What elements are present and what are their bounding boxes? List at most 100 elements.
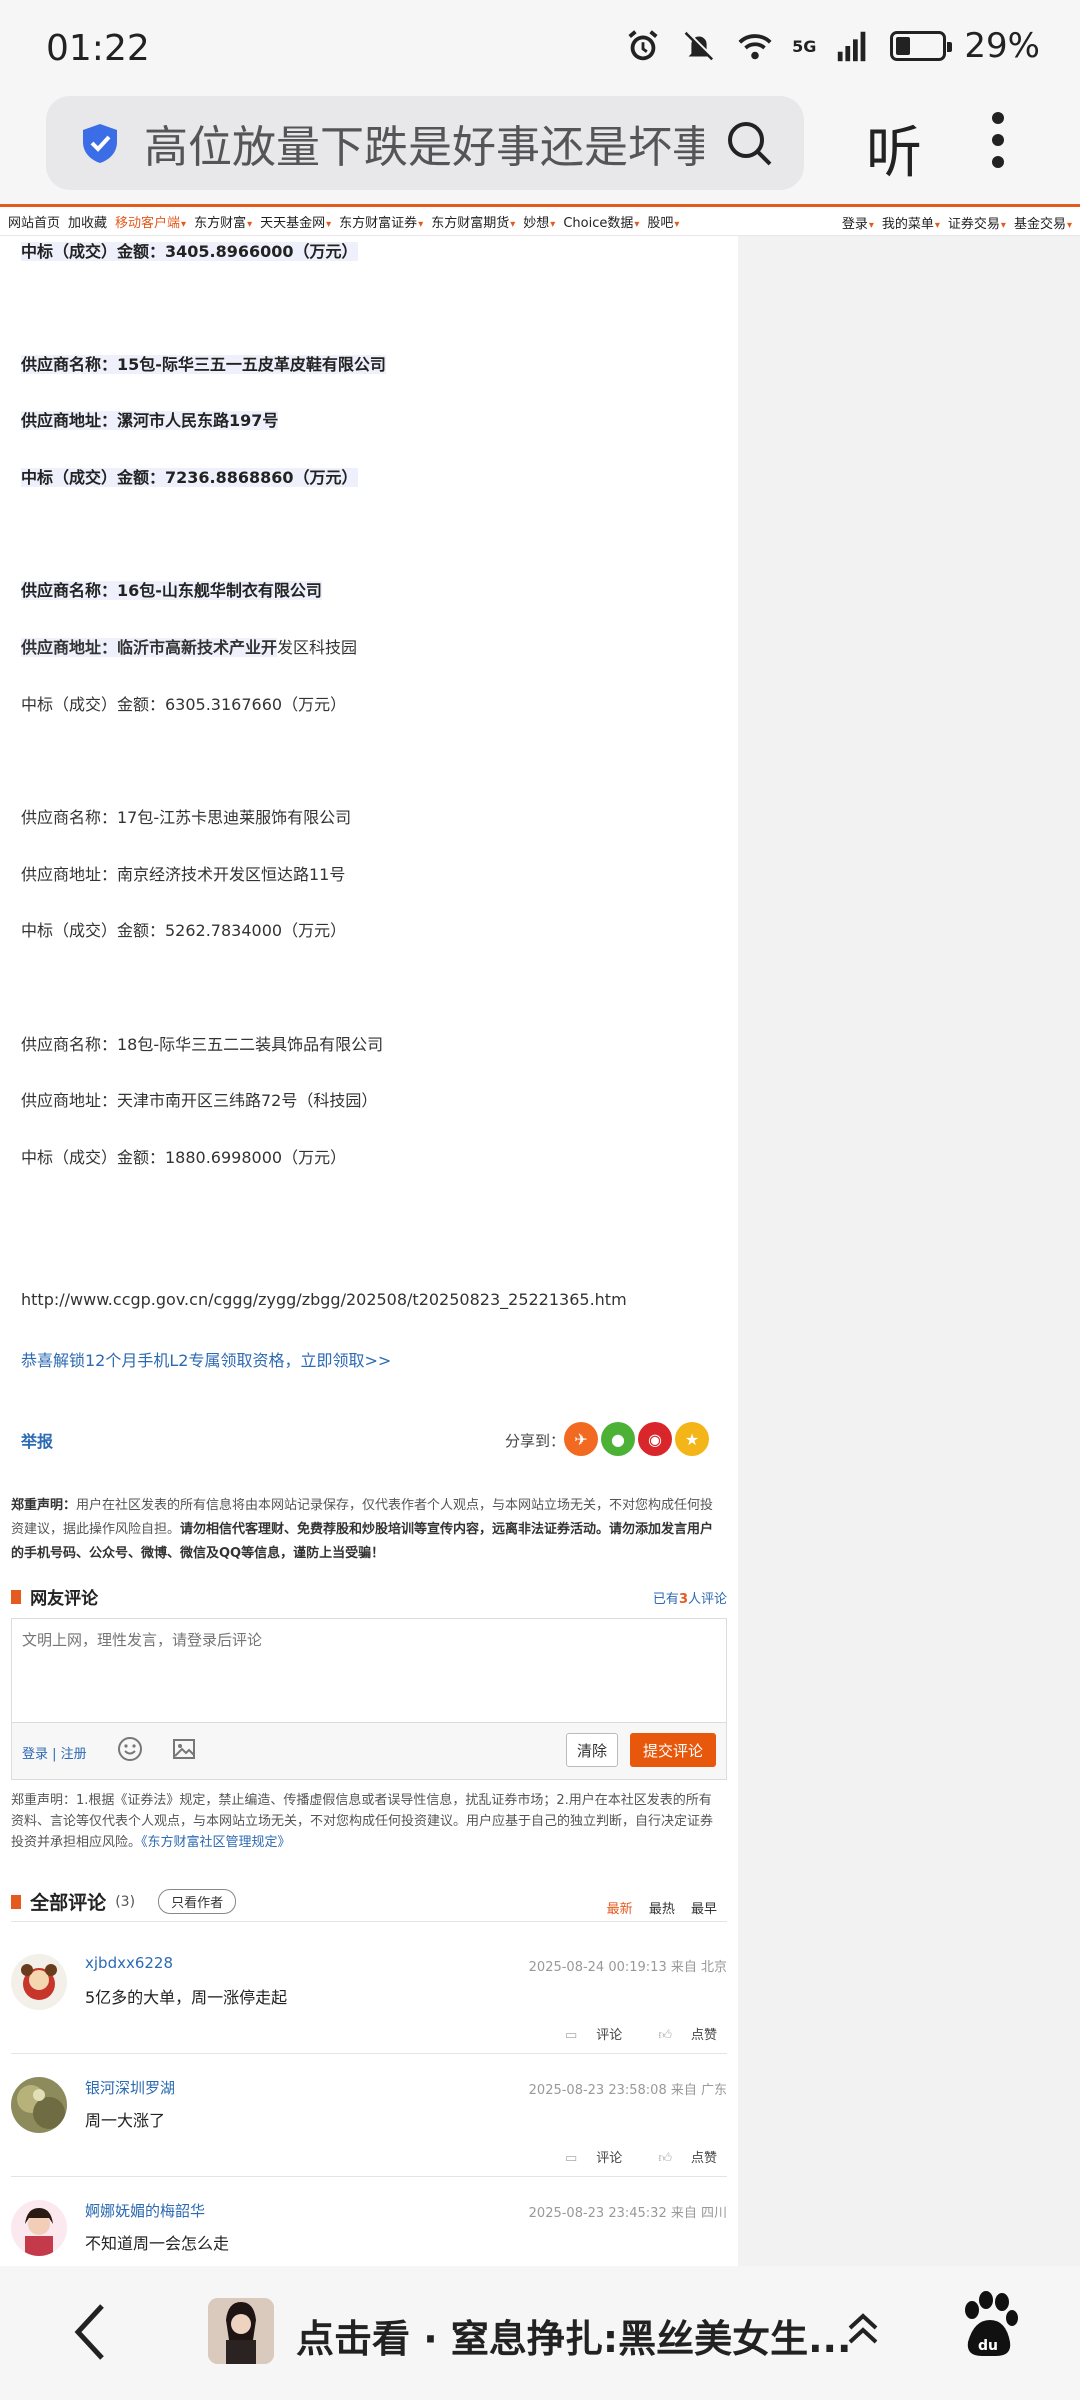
nav-mobile-client[interactable]: 移动客户端▾ — [115, 212, 186, 231]
share-favorite-icon[interactable]: ★ — [675, 1422, 709, 1456]
nav-login[interactable]: 登录▾ — [842, 213, 874, 232]
source-url[interactable]: http://www.ccgp.gov.cn/cggg/zygg/zbgg/20… — [21, 1290, 627, 1309]
comment-item: 银河深圳罗湖 2025-08-23 23:58:08 来自 广东 周一大涨了 ▭… — [11, 2055, 727, 2177]
clear-button[interactable]: 清除 — [566, 1733, 618, 1767]
comment-item: xjbdxx6228 2025-08-24 00:19:13 来自 北京 5亿多… — [11, 1932, 727, 2054]
listen-button[interactable]: 听 — [866, 108, 922, 189]
chevron-down-icon: ▾ — [868, 220, 874, 231]
reply-label: 评论 — [596, 2151, 623, 2166]
nav-miaoxiang[interactable]: 妙想▾ — [523, 212, 555, 231]
article-line: 中标（成交）金额：3405.8966000（万元） — [21, 238, 358, 262]
chevron-down-icon: ▾ — [247, 218, 253, 230]
nav-choice-label: Choice数据 — [563, 215, 634, 231]
rules-text: 郑重声明：1.根据《证券法》规定，禁止编造、传播虚假信息或者误导性信息，扰乱证券… — [11, 1793, 714, 1850]
search-bar[interactable]: 高位放量下跌是好事还是坏事 — [46, 96, 804, 190]
sort-newest[interactable]: 最新 — [607, 1902, 633, 1917]
thumbs-up-icon: 👍︎ — [658, 2028, 672, 2043]
sort-hottest[interactable]: 最热 — [649, 1902, 675, 1917]
comment-user[interactable]: 婀娜妩媚的梅韶华 — [85, 2200, 205, 2221]
comments-count[interactable]: 已有3人评论 — [653, 1588, 727, 1607]
share-wechat-icon[interactable]: ● — [601, 1422, 635, 1456]
chevron-down-icon: ▾ — [634, 218, 640, 230]
nav-securities-label: 东方财富证券 — [339, 215, 418, 231]
nav-login-label: 登录 — [841, 217, 868, 232]
image-icon[interactable] — [170, 1735, 198, 1763]
rules-link[interactable]: 《东方财富社区管理规定》 — [141, 1835, 291, 1850]
community-rules: 郑重声明：1.根据《证券法》规定，禁止编造、传播虚假信息或者误导性信息，扰乱证券… — [11, 1790, 721, 1853]
chevron-down-icon: ▾ — [418, 218, 424, 230]
article-line: 供应商地址：临沂市高新技术产业开发区科技园 — [21, 634, 357, 658]
flag-icon — [11, 1894, 21, 1909]
comment-user[interactable]: 银河深圳罗湖 — [85, 2077, 175, 2098]
comment-time: 2025-08-23 23:58:08 来自 广东 — [528, 2083, 727, 2098]
chevron-down-icon: ▾ — [326, 218, 332, 230]
baidu-paw-icon[interactable]: du — [958, 2290, 1018, 2364]
nav-securities[interactable]: 东方财富证券▾ — [339, 212, 423, 231]
share-weibo-icon[interactable]: ◉ — [638, 1422, 672, 1456]
status-icons: 5G 29% — [624, 26, 1040, 66]
flag-icon — [11, 1589, 21, 1604]
battery-percent: 29% — [964, 26, 1040, 66]
comment-bubble-icon: ▭ — [564, 2028, 578, 2043]
all-comments-count: (3) — [115, 1893, 136, 1910]
bottom-bar: 点击看 · 窒息挣扎:黑丝美女生... du — [0, 2266, 1080, 2400]
nav-choice[interactable]: Choice数据▾ — [563, 212, 639, 231]
sort-oldest[interactable]: 最早 — [691, 1902, 717, 1917]
article-line: 中标（成交）金额：7236.8868860（万元） — [21, 464, 358, 488]
like-button[interactable]: 👍︎ 点赞 — [642, 2151, 717, 2166]
video-thumbnail[interactable] — [208, 2298, 274, 2364]
comment-input[interactable] — [12, 1619, 726, 1723]
article-line: 中标（成交）金额：6305.3167660（万元） — [21, 695, 347, 714]
article-line-text: 中标（成交）金额：3405.8966000（万元） — [21, 242, 358, 261]
chevron-down-icon: ▾ — [181, 218, 187, 230]
nav-bookmark[interactable]: 加收藏 — [68, 212, 107, 231]
nav-futures-label: 东方财富期货 — [431, 215, 510, 231]
avatar[interactable] — [11, 2200, 67, 2256]
comment-toolbar: 登录 | 注册 清除 提交评论 — [12, 1723, 726, 1779]
more-vertical-icon[interactable] — [990, 110, 1006, 170]
reply-button[interactable]: ▭ 评论 — [549, 2028, 622, 2043]
nav-stock-trade[interactable]: 证券交易▾ — [948, 213, 1006, 232]
battery-icon — [890, 31, 953, 61]
article-line-text: 供应商名称：15包-际华三五一五皮革皮鞋有限公司 — [21, 355, 386, 374]
back-arrow-icon[interactable] — [70, 2302, 110, 2362]
nav-eastmoney[interactable]: 东方财富▾ — [194, 212, 252, 231]
chevron-down-icon: ▾ — [934, 220, 940, 231]
nav-home[interactable]: 网站首页 — [8, 212, 60, 231]
article-line: 供应商名称：15包-际华三五一五皮革皮鞋有限公司 — [21, 351, 386, 375]
submit-comment-button[interactable]: 提交评论 — [630, 1733, 716, 1767]
nav-fund-trade[interactable]: 基金交易▾ — [1014, 213, 1072, 232]
comment-user[interactable]: xjbdxx6228 — [85, 1954, 173, 1972]
like-button[interactable]: 👍︎ 点赞 — [642, 2028, 717, 2043]
nav-fund[interactable]: 天天基金网▾ — [260, 212, 331, 231]
disclaimer-label: 郑重声明： — [11, 1498, 77, 1513]
article-line-text: 中标（成交）金额：7236.8868860（万元） — [21, 468, 358, 487]
nav-guba[interactable]: 股吧▾ — [647, 212, 679, 231]
emoji-icon[interactable] — [116, 1735, 144, 1763]
nav-my-menu-label: 我的菜单 — [881, 217, 934, 232]
recommended-video-title[interactable]: 点击看 · 窒息挣扎:黑丝美女生... — [296, 2308, 851, 2363]
avatar[interactable] — [11, 2077, 67, 2133]
login-register-link[interactable]: 登录 | 注册 — [22, 1743, 87, 1762]
share-eastmoney-icon[interactable]: ✈ — [564, 1422, 598, 1456]
nav-miaoxiang-label: 妙想 — [523, 215, 550, 231]
reply-button[interactable]: ▭ 评论 — [549, 2151, 622, 2166]
comment-time: 2025-08-23 23:45:32 来自 四川 — [528, 2206, 727, 2221]
author-only-button[interactable]: 只看作者 — [158, 1889, 237, 1914]
nav-eastmoney-label: 东方财富 — [194, 215, 247, 231]
site-nav-right: 登录▾ 我的菜单▾ 证券交易▾ 基金交易▾ — [834, 213, 1072, 232]
search-icon[interactable] — [724, 118, 774, 168]
signal-icon — [838, 31, 866, 62]
article-line: 中标（成交）金额：1880.6998000（万元） — [21, 1148, 347, 1167]
nav-my-menu[interactable]: 我的菜单▾ — [882, 213, 940, 232]
article-line-text: 发区科技园 — [277, 638, 358, 657]
promo-link[interactable]: 恭喜解锁12个月手机L2专属领取资格，立即领取>> — [21, 1347, 391, 1371]
avatar[interactable] — [11, 1954, 67, 2010]
shield-icon — [83, 124, 117, 163]
nav-futures[interactable]: 东方财富期货▾ — [431, 212, 515, 231]
community-disclaimer: 郑重声明：用户在社区发表的所有信息将由本网站记录保存，仅代表作者个人观点，与本网… — [11, 1494, 721, 1566]
report-link[interactable]: 举报 — [21, 1428, 53, 1452]
chevron-up-double-icon[interactable] — [846, 2310, 880, 2350]
search-query[interactable]: 高位放量下跌是好事还是坏事 — [144, 111, 704, 175]
thumbs-up-icon: 👍︎ — [658, 2151, 672, 2166]
